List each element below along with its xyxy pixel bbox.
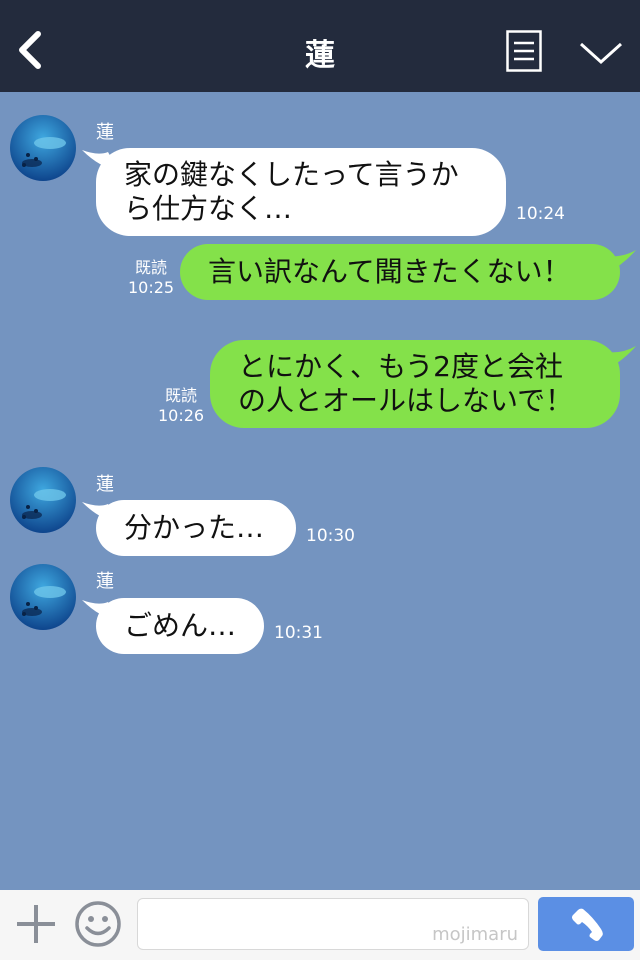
read-label: 既読 [135, 258, 168, 277]
message-text: とにかく、もう2度と会社 [238, 350, 563, 383]
chevron-down-icon[interactable] [578, 40, 624, 66]
message-text: の人とオールはしないで！ [238, 384, 574, 417]
call-button[interactable] [538, 897, 634, 951]
chat-header: 蓮 [0, 0, 640, 92]
message-time: 10:31 [274, 623, 323, 643]
message-time: 10:24 [516, 204, 565, 224]
chat-title: 蓮 [305, 38, 335, 73]
message-time: 10:30 [306, 526, 355, 546]
phone-icon [572, 908, 603, 941]
message-bubble[interactable]: 言い訳なんて聞きたくない！ [180, 244, 620, 300]
message-text: 分かった… [124, 511, 265, 544]
message-text: 家の鍵なくしたって言うか [124, 158, 459, 191]
read-label: 既読 [165, 386, 198, 405]
watermark-text: mojimaru [432, 924, 518, 945]
chat-area: 蓮 家の鍵なくしたって言うか ら仕方なく… 10:24 既読 10:25 言い訳… [0, 92, 640, 890]
message-bubble[interactable]: 家の鍵なくしたって言うか ら仕方なく… [96, 148, 506, 236]
avatar[interactable] [10, 564, 76, 630]
avatar[interactable] [10, 467, 76, 533]
avatar[interactable] [10, 115, 76, 181]
message-time: 10:25 [128, 278, 175, 297]
plus-icon[interactable] [14, 902, 58, 946]
message-bubble[interactable]: 分かった… [96, 500, 296, 556]
message-bubble[interactable]: ごめん… [96, 598, 264, 654]
read-receipt: 既読 10:26 [158, 386, 204, 426]
message-text: ら仕方なく… [124, 192, 293, 225]
message-input[interactable]: mojimaru [137, 898, 529, 950]
read-receipt: 既読 10:25 [128, 258, 174, 298]
message-time: 10:26 [158, 406, 205, 425]
message-bubble[interactable]: とにかく、もう2度と会社 の人とオールはしないで！ [210, 340, 620, 428]
sender-name: 蓮 [96, 122, 114, 143]
smile-icon[interactable] [74, 900, 122, 948]
menu-icon[interactable] [506, 30, 542, 72]
message-text: 言い訳なんて聞きたくない！ [208, 255, 571, 288]
sender-name: 蓮 [96, 571, 114, 592]
message-text: ごめん… [124, 609, 237, 642]
sender-name: 蓮 [96, 474, 114, 495]
